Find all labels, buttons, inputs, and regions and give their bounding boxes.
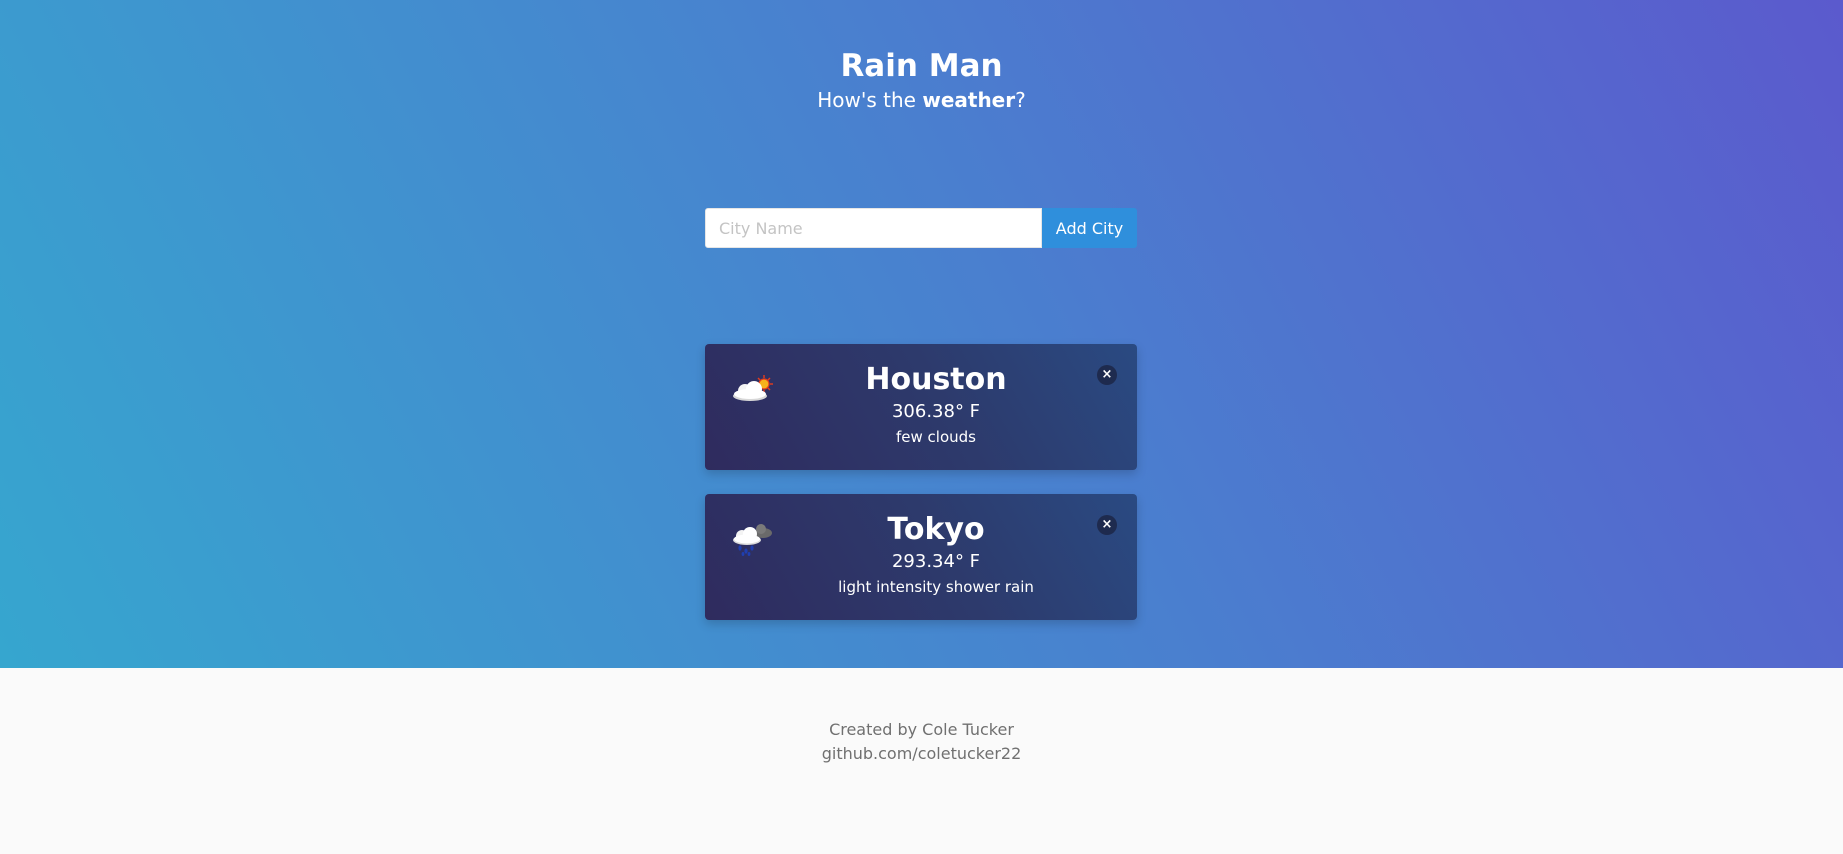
weather-card-houston: Houston 306.38° F few clouds × <box>705 344 1137 470</box>
weather-description: light intensity shower rain <box>838 578 1034 596</box>
github-link[interactable]: github.com/coletucker22 <box>0 742 1843 766</box>
city-name: Tokyo <box>887 512 985 547</box>
city-name: Houston <box>865 362 1007 397</box>
footer-credit: Created by Cole Tucker <box>829 720 1014 739</box>
weather-card-body: Houston 306.38° F few clouds <box>705 362 1137 448</box>
remove-city-button[interactable]: × <box>1097 515 1117 535</box>
footer: Created by Cole Tucker github.com/coletu… <box>0 668 1843 854</box>
weather-description: few clouds <box>896 428 976 446</box>
add-city-button[interactable]: Add City <box>1042 208 1137 248</box>
subtitle-suffix: ? <box>1015 88 1026 112</box>
weather-card-body: Tokyo 293.34° F light intensity shower r… <box>705 512 1137 598</box>
city-temperature: 293.34° F <box>891 551 981 572</box>
subtitle-prefix: How's the <box>817 88 923 112</box>
weather-card-tokyo: Tokyo 293.34° F light intensity shower r… <box>705 494 1137 620</box>
page-subtitle: How's the weather? <box>0 86 1843 114</box>
hero-section: Rain Man How's the weather? Add City <box>0 0 1843 668</box>
city-temperature: 306.38° F <box>891 401 981 422</box>
remove-city-button[interactable]: × <box>1097 365 1117 385</box>
city-name-input[interactable] <box>705 208 1042 248</box>
subtitle-bold: weather <box>922 88 1016 112</box>
page-title: Rain Man <box>840 48 1003 84</box>
add-city-form: Add City <box>705 208 1137 248</box>
